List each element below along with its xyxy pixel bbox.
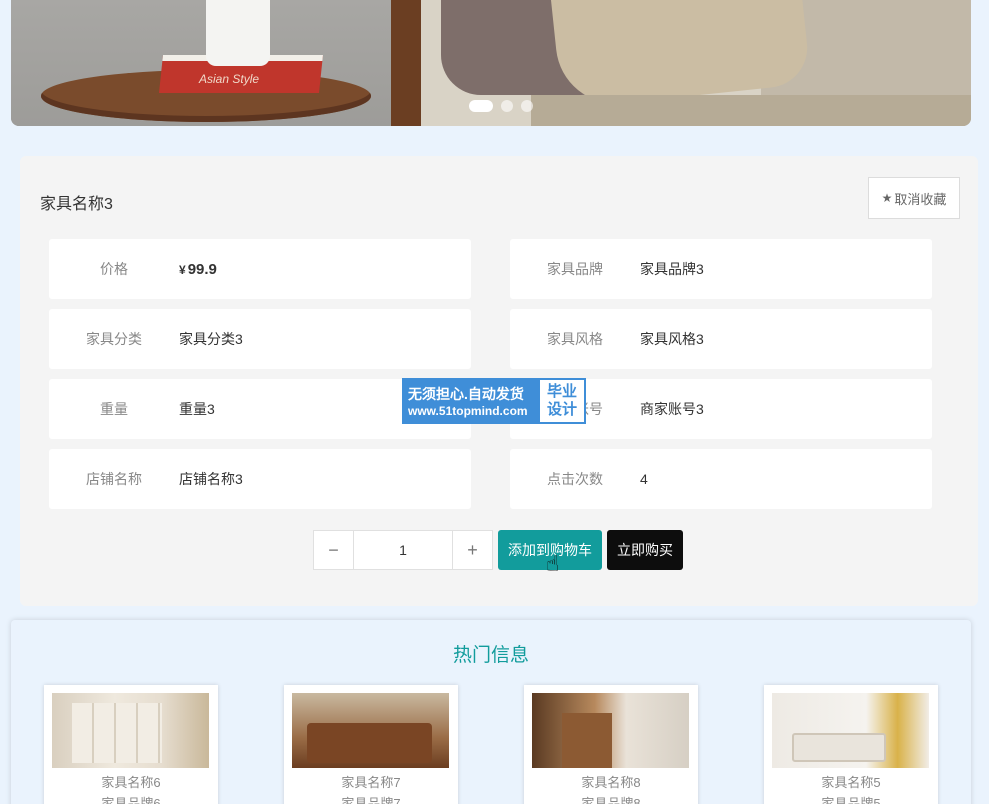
hot-item-name: 家具名称7 [341, 775, 401, 790]
hot-item-name: 家具名称8 [581, 775, 641, 790]
info-label: 家具分类 [86, 331, 142, 347]
info-value: 重量3 [179, 401, 215, 417]
banner-book-text: Asian Style [199, 72, 260, 86]
info-label: 点击次数 [547, 471, 603, 487]
star-icon: ★ [881, 191, 893, 205]
buy-now-button[interactable]: 立即购买 [607, 530, 683, 570]
cancel-favorite-label: 取消收藏 [894, 191, 947, 207]
info-label: 重量 [100, 401, 128, 417]
info-card-category: 家具分类 家具分类3 [49, 309, 471, 369]
carousel-dot-1[interactable] [469, 100, 493, 112]
banner-carousel[interactable]: Asian Style [11, 0, 971, 126]
hot-info-section: 热门信息 家具名称6 家具品牌6 家具名称7 家具品牌7 家具名称8 家具品牌8… [11, 620, 971, 804]
section-title: 热门信息 [452, 645, 529, 666]
watermark-line2: www.51topmind.com [408, 404, 528, 418]
hot-item-card[interactable]: 家具名称5 家具品牌5 [764, 685, 938, 804]
info-card-style: 家具风格 家具风格3 [510, 309, 932, 369]
product-image[interactable] [532, 693, 689, 768]
watermark-line1: 无须担心.自动发货 [408, 386, 524, 402]
quantity-input[interactable]: 1 [354, 531, 452, 569]
product-image[interactable] [292, 693, 449, 768]
info-card-shop: 店铺名称 店铺名称3 [49, 449, 471, 509]
price-amount: 99.9 [187, 260, 217, 278]
info-card-price: 价格 ¥99.9 [49, 239, 471, 299]
info-card-clicks: 点击次数 4 [510, 449, 932, 509]
quantity-decrease-button[interactable]: − [314, 531, 354, 569]
hot-item-card[interactable]: 家具名称6 家具品牌6 [44, 685, 218, 804]
info-value: 家具品牌3 [640, 261, 704, 277]
watermark-right1: 毕业 [546, 383, 577, 400]
hot-item-card[interactable]: 家具名称7 家具品牌7 [284, 685, 458, 804]
carousel-indicators [469, 100, 533, 112]
carousel-dot-2[interactable] [501, 100, 513, 112]
hot-item-name: 家具名称5 [821, 775, 881, 790]
watermark-badge: 无须担心.自动发货 www.51topmind.com 毕业 设计 [402, 378, 586, 424]
info-value: 家具分类3 [179, 331, 243, 347]
info-value: 家具风格3 [640, 331, 704, 347]
cancel-favorite-button[interactable]: ★ 取消收藏 [868, 177, 960, 219]
info-card-brand: 家具品牌 家具品牌3 [510, 239, 932, 299]
info-label: 价格 [100, 261, 128, 277]
banner-vase [206, 0, 270, 66]
info-label: 家具品牌 [547, 261, 603, 277]
banner-sofa-seat [531, 95, 971, 126]
hot-item-name: 家具名称6 [101, 775, 161, 790]
price-value: ¥99.9 [179, 261, 217, 278]
currency-symbol: ¥ [179, 262, 186, 277]
product-image[interactable] [772, 693, 929, 768]
watermark-right2: 设计 [546, 401, 577, 418]
info-label: 家具风格 [547, 331, 603, 347]
product-image[interactable] [52, 693, 209, 768]
quantity-stepper: − 1 + [313, 530, 493, 570]
hot-item-brand: 家具品牌5 [821, 796, 881, 804]
product-title: 家具名称3 [40, 196, 113, 213]
info-value: 4 [640, 471, 648, 487]
watermark-right: 毕业 设计 [540, 380, 584, 422]
info-label: 店铺名称 [86, 471, 142, 487]
hot-item-brand: 家具品牌8 [581, 796, 641, 804]
quantity-increase-button[interactable]: + [452, 531, 492, 569]
hand-cursor-icon: ☝ [546, 551, 560, 576]
hot-item-brand: 家具品牌6 [101, 796, 161, 804]
watermark-left: 无须担心.自动发货 www.51topmind.com [404, 380, 540, 422]
info-value: 店铺名称3 [179, 471, 243, 487]
info-value: 商家账号3 [640, 401, 704, 417]
hot-item-card[interactable]: 家具名称8 家具品牌8 [524, 685, 698, 804]
carousel-dot-3[interactable] [521, 100, 533, 112]
hot-item-brand: 家具品牌7 [341, 796, 401, 804]
